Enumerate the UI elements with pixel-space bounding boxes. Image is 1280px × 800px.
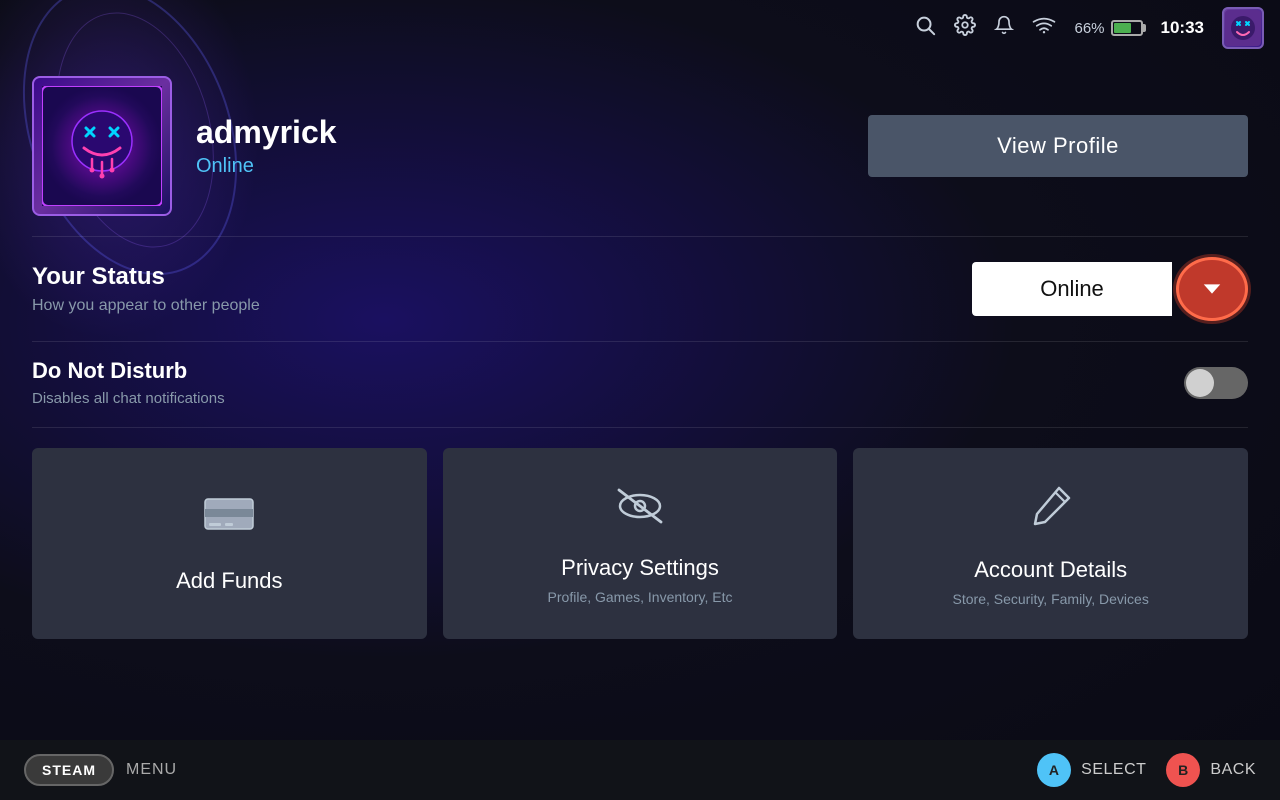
topbar-time: 10:33 bbox=[1161, 18, 1204, 38]
view-profile-button[interactable]: View Profile bbox=[868, 115, 1248, 177]
status-dropdown[interactable]: Online bbox=[972, 257, 1248, 321]
battery-indicator: 66% bbox=[1074, 20, 1142, 37]
account-details-card[interactable]: Account Details Store, Security, Family,… bbox=[853, 448, 1248, 639]
steam-button[interactable]: STEAM bbox=[24, 754, 114, 786]
profile-info: admyrick Online bbox=[196, 114, 844, 178]
profile-username: admyrick bbox=[196, 114, 844, 151]
add-funds-title: Add Funds bbox=[176, 568, 282, 594]
dnd-section: Do Not Disturb Disables all chat notific… bbox=[0, 342, 1280, 427]
divider-3 bbox=[32, 427, 1248, 428]
privacy-settings-title: Privacy Settings bbox=[561, 555, 719, 581]
back-label: BACK bbox=[1210, 761, 1256, 779]
bottombar: STEAM MENU A SELECT B BACK bbox=[0, 740, 1280, 800]
dnd-toggle[interactable] bbox=[1184, 367, 1248, 399]
status-select-value[interactable]: Online bbox=[972, 262, 1172, 316]
battery-bar bbox=[1111, 20, 1143, 36]
wifi-icon bbox=[1032, 16, 1056, 40]
topbar: 66% 10:33 bbox=[0, 0, 1280, 56]
profile-status: Online bbox=[196, 155, 844, 178]
privacy-settings-card[interactable]: Privacy Settings Profile, Games, Invento… bbox=[443, 448, 838, 639]
account-details-subtitle: Store, Security, Family, Devices bbox=[953, 591, 1149, 607]
battery-fill bbox=[1114, 23, 1131, 33]
add-funds-icon bbox=[203, 497, 255, 548]
dnd-description: Disables all chat notifications bbox=[32, 390, 1184, 407]
profile-actions: View Profile bbox=[868, 115, 1248, 177]
search-icon[interactable] bbox=[914, 14, 936, 42]
a-button[interactable]: A bbox=[1037, 753, 1071, 787]
bottom-actions: A SELECT B BACK bbox=[1037, 753, 1256, 787]
status-dropdown-button[interactable] bbox=[1176, 257, 1248, 321]
toggle-knob bbox=[1186, 369, 1214, 397]
account-details-title: Account Details bbox=[974, 557, 1127, 583]
back-action: B BACK bbox=[1166, 753, 1256, 787]
status-info: Your Status How you appear to other peop… bbox=[32, 263, 972, 315]
topbar-avatar[interactable] bbox=[1222, 7, 1264, 49]
account-details-icon bbox=[1029, 484, 1073, 537]
status-title: Your Status bbox=[32, 263, 972, 291]
steam-menu: STEAM MENU bbox=[24, 754, 177, 786]
profile-avatar bbox=[32, 76, 172, 216]
privacy-settings-icon bbox=[613, 486, 667, 535]
cards-section: Add Funds Privacy Settings Profile, Game… bbox=[0, 432, 1280, 655]
dnd-info: Do Not Disturb Disables all chat notific… bbox=[32, 358, 1184, 407]
select-label: SELECT bbox=[1081, 761, 1146, 779]
b-button[interactable]: B bbox=[1166, 753, 1200, 787]
battery-percent: 66% bbox=[1074, 20, 1104, 37]
gear-icon[interactable] bbox=[954, 14, 976, 42]
dnd-title: Do Not Disturb bbox=[32, 358, 1184, 384]
status-description: How you appear to other people bbox=[32, 297, 972, 315]
notification-icon[interactable] bbox=[994, 14, 1014, 42]
menu-label: MENU bbox=[126, 761, 177, 779]
profile-section: admyrick Online View Profile bbox=[0, 56, 1280, 236]
your-status-section: Your Status How you appear to other peop… bbox=[0, 237, 1280, 341]
add-funds-card[interactable]: Add Funds bbox=[32, 448, 427, 639]
privacy-settings-subtitle: Profile, Games, Inventory, Etc bbox=[548, 589, 733, 605]
select-action: A SELECT bbox=[1037, 753, 1146, 787]
